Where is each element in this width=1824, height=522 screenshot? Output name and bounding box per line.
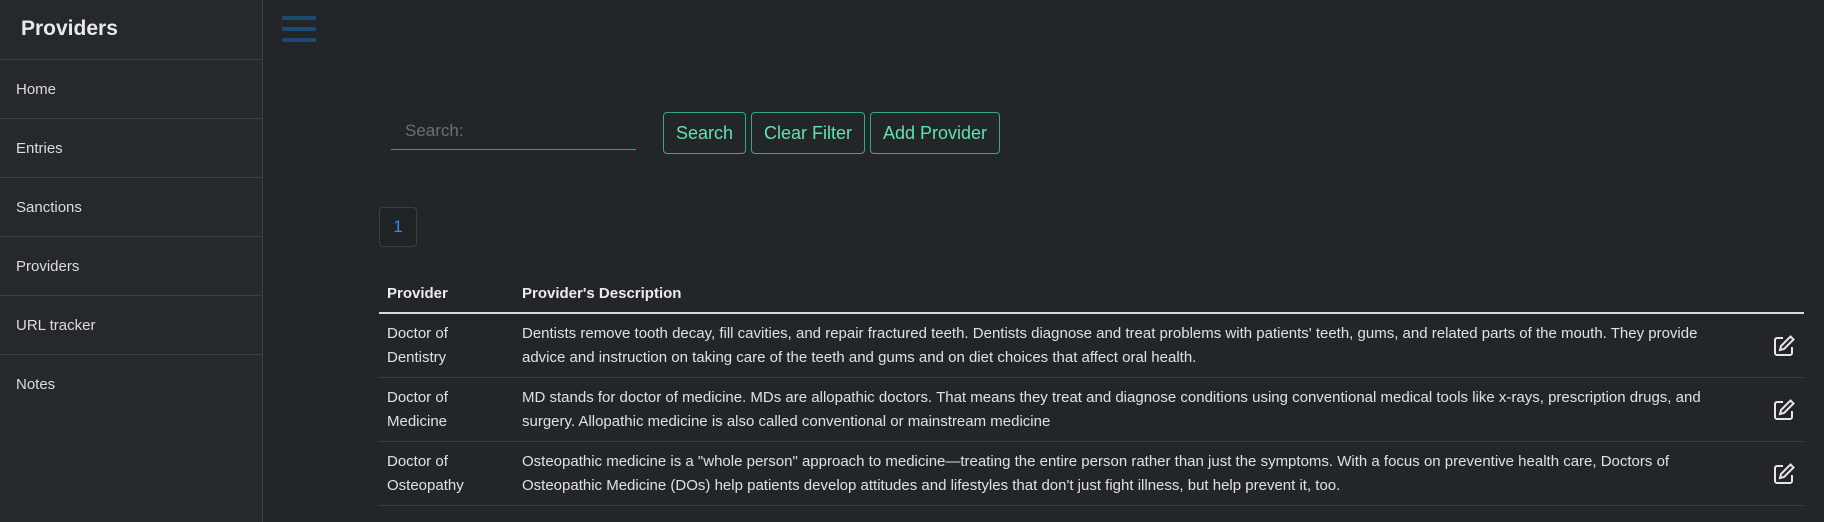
- add-provider-button[interactable]: Add Provider: [870, 112, 1001, 154]
- sidebar: Providers Home Entries Sanctions Provide…: [0, 0, 263, 522]
- search-input[interactable]: [391, 112, 636, 150]
- row-actions: [1748, 313, 1804, 378]
- hamburger-menu-icon[interactable]: [282, 14, 316, 44]
- clear-filter-button[interactable]: Clear Filter: [751, 112, 866, 154]
- row-actions: [1748, 441, 1804, 506]
- sidebar-item-entries[interactable]: Entries: [0, 119, 262, 178]
- providers-table: Provider Provider's Description Doctor o…: [379, 270, 1804, 506]
- sidebar-item-home[interactable]: Home: [0, 60, 262, 119]
- table-row: Doctor of Medicine MD stands for doctor …: [379, 377, 1804, 442]
- provider-description-cell: Osteopathic medicine is a "whole person"…: [514, 441, 1748, 506]
- sidebar-item-sanctions[interactable]: Sanctions: [0, 178, 262, 237]
- row-actions: [1748, 377, 1804, 442]
- provider-name-cell: Doctor of Osteopathy: [379, 441, 514, 506]
- provider-description-cell: MD stands for doctor of medicine. MDs ar…: [514, 377, 1748, 442]
- table-header-row: Provider Provider's Description: [379, 270, 1804, 314]
- provider-name-cell: Doctor of Dentistry: [379, 313, 514, 378]
- search-button[interactable]: Search: [663, 112, 747, 154]
- column-header-description: Provider's Description: [514, 270, 1748, 314]
- sidebar-item-providers[interactable]: Providers: [0, 237, 262, 296]
- table-row: Doctor of Dentistry Dentists remove toot…: [379, 313, 1804, 378]
- edit-icon[interactable]: [1772, 462, 1796, 486]
- provider-name-cell: Doctor of Medicine: [379, 377, 514, 442]
- sidebar-item-notes[interactable]: Notes: [0, 355, 262, 414]
- pagination-page-1[interactable]: 1: [379, 207, 417, 247]
- column-header-actions: [1748, 270, 1804, 314]
- sidebar-title: Providers: [0, 0, 262, 60]
- provider-description-cell: Dentists remove tooth decay, fill caviti…: [514, 313, 1748, 378]
- edit-icon[interactable]: [1772, 398, 1796, 422]
- sidebar-item-url-tracker[interactable]: URL tracker: [0, 296, 262, 355]
- edit-icon[interactable]: [1772, 334, 1796, 358]
- column-header-provider: Provider: [379, 270, 514, 314]
- table-row: Doctor of Osteopathy Osteopathic medicin…: [379, 441, 1804, 506]
